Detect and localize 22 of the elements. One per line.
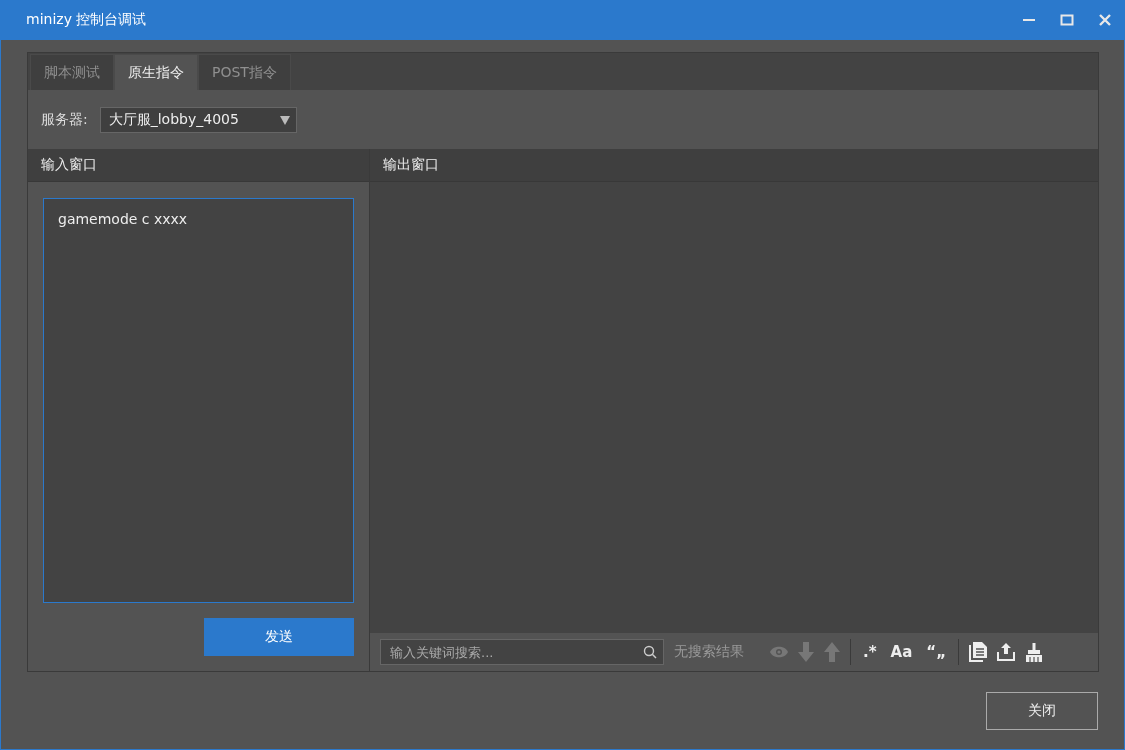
export-icon[interactable] <box>997 643 1015 661</box>
search-status: 无搜索结果 <box>674 643 744 661</box>
panel-header: 输出窗口 <box>370 149 1098 182</box>
search-option-toggle[interactable]: “„ <box>924 643 948 661</box>
input-field[interactable]: gamemode c xxxx <box>43 198 354 603</box>
maximize-icon[interactable] <box>1060 13 1074 27</box>
search-icon <box>643 645 657 659</box>
close-button[interactable]: 关闭 <box>986 691 1098 730</box>
search-option-toggle[interactable]: Aa <box>888 643 915 661</box>
send-button[interactable]: 发送 <box>204 618 354 656</box>
search-option-toggle[interactable]: .* <box>861 643 879 661</box>
server-label: 服务器: <box>41 110 88 129</box>
broom-icon[interactable] <box>1025 642 1043 662</box>
window-title: minizy 控制台调试 <box>26 11 148 29</box>
panel-header: 输入窗口 <box>28 149 369 182</box>
server-dropdown[interactable]: 大厅服_lobby_4005 <box>99 106 297 133</box>
caret-icon <box>279 114 290 125</box>
close-icon[interactable] <box>1098 13 1112 27</box>
search-field[interactable]: 输入关键词搜索... <box>380 639 664 665</box>
tab[interactable]: 原生指令 <box>114 54 198 90</box>
tab[interactable]: 脚本测试 <box>30 54 114 90</box>
copy-icon[interactable] <box>969 642 987 662</box>
